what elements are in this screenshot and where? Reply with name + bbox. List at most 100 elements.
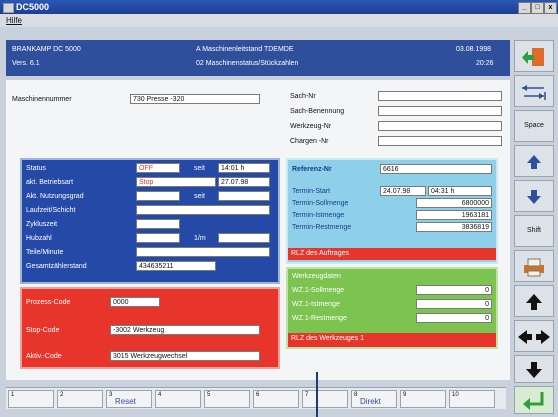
seit-label-2: seit — [194, 193, 205, 200]
termin-start-time-field: 04:31 h — [428, 186, 492, 196]
aktiv-code-label: Aktiv.-Code — [26, 353, 62, 360]
arrow-up-icon — [527, 155, 541, 169]
page-up-button[interactable] — [514, 285, 554, 317]
fkey-1[interactable]: 1 — [8, 390, 54, 408]
maximize-button[interactable]: □ — [531, 2, 544, 14]
enter-button[interactable] — [514, 386, 554, 414]
header-time: 20:26 — [476, 60, 494, 67]
fkey-3-reset[interactable]: 3 Reset — [106, 390, 152, 408]
tab-arrow-icon — [522, 85, 546, 100]
header-screen-title: A Maschinenleitstand TDEMDE — [196, 46, 294, 53]
header-band: BRANKAMP DC 5000 Vers. 6.1 A Maschinenle… — [6, 40, 510, 76]
enter-arrow-icon — [523, 392, 544, 410]
wz-soll-label: WZ.1-Sollmenge — [292, 287, 345, 294]
termin-soll-field: 6800000 — [416, 198, 492, 208]
arrow-up-button[interactable] — [514, 145, 554, 177]
codes-panel: Prozess-Code 0000 Stop-Code -3002 Werkze… — [20, 287, 280, 369]
page-down-button[interactable] — [514, 355, 554, 383]
nutzungsgrad-field — [136, 191, 180, 201]
fkey-5[interactable]: 5 — [204, 390, 250, 408]
system-name: BRANKAMP DC 5000 — [12, 46, 81, 53]
bold-arrow-down-icon — [526, 362, 542, 378]
stop-code-label: Stop-Code — [26, 327, 60, 334]
exit-button[interactable] — [514, 40, 554, 72]
wz-ist-field: 0 — [416, 299, 492, 309]
gesamtzaehler-field: 434635211 — [136, 261, 216, 271]
betriebsart-field: Stop — [136, 177, 216, 187]
wz-ist-label: WZ.1-Istmenge — [292, 301, 340, 308]
printer-button[interactable] — [514, 250, 554, 282]
exit-door-icon — [522, 48, 544, 66]
werkzeugdaten-title: Werkzeugdaten — [292, 273, 341, 280]
seit-label-1: seit — [194, 165, 205, 172]
hubzahl-unit-field — [218, 233, 270, 243]
fkey-2[interactable]: 2 — [57, 390, 103, 408]
termin-ist-label: Termin-Istmenge — [292, 212, 345, 219]
fkey-8-direkt[interactable]: 8 Direkt — [351, 390, 397, 408]
sach-benennung-field[interactable] — [378, 106, 502, 116]
arrow-left-right-icon — [518, 330, 550, 344]
prozess-code-field: 0000 — [110, 297, 160, 307]
title-bar: DC5000 _ □ x — [0, 0, 558, 14]
zykluszeit-field — [136, 219, 180, 229]
arrow-down-icon — [527, 190, 541, 204]
fkey-7[interactable]: 7 — [302, 390, 348, 408]
fkey-4[interactable]: 4 — [155, 390, 201, 408]
tool-panel: Werkzeugdaten WZ.1-Sollmenge 0 WZ.1-Istm… — [286, 267, 498, 349]
space-key-button[interactable]: Space — [514, 110, 554, 142]
referenz-field: 6616 — [380, 164, 492, 174]
fkey-9[interactable]: 9 — [400, 390, 446, 408]
termin-start-label: Termin-Start — [292, 188, 331, 195]
machine-number-field[interactable]: 730 Presse -320 — [130, 94, 260, 104]
werkzeug-nr-label: Werkzeug-Nr — [290, 123, 332, 130]
wz-soll-field: 0 — [416, 285, 492, 295]
tab-key-button[interactable] — [514, 75, 554, 107]
prozess-code-label: Prozess-Code — [26, 299, 71, 306]
hubzahl-unit-label: 1/m — [194, 235, 206, 242]
arrow-left-right-button[interactable] — [514, 320, 554, 352]
menu-help[interactable]: Hilfe — [6, 16, 22, 25]
printer-icon — [524, 258, 544, 277]
gesamtzaehler-label: Gesamtzählerstand — [26, 263, 87, 270]
close-button[interactable]: x — [544, 2, 557, 14]
chargen-nr-field[interactable] — [378, 136, 502, 146]
teile-minute-label: Teile/Minute — [26, 249, 64, 256]
rlz-werkzeug-bar: RLZ des Werkzeuges 1 — [288, 333, 496, 347]
termin-rest-label: Termin-Restmenge — [292, 224, 352, 231]
machine-label: Maschinennummer — [12, 96, 72, 103]
rlz-auftrag-bar: RLZ des Auftrages — [288, 248, 496, 260]
wz-rest-field: 0 — [416, 313, 492, 323]
annotation-pointer-line — [316, 372, 318, 417]
referenz-label: Referenz-Nr — [292, 166, 332, 173]
system-version: Vers. 6.1 — [12, 60, 40, 67]
sach-benennung-label: Sach-Benennung — [290, 108, 345, 115]
hubzahl-field — [136, 233, 180, 243]
werkzeug-nr-field[interactable] — [378, 121, 502, 131]
header-screen-subtitle: 02 Maschinenstatus/Stückzahlen — [196, 60, 299, 67]
aktiv-code-field: 3015 Werkzeugwechsel — [110, 351, 260, 361]
seit-time-field: 14:01 h — [218, 163, 270, 173]
order-panel: Referenz-Nr 6616 Termin-Start 24.07.98 0… — [286, 158, 498, 264]
status-panel: Status OFF seit 14:01 h akt. Betriebsart… — [20, 158, 280, 284]
rlz-werkzeug-label: RLZ des Werkzeuges 1 — [291, 335, 365, 342]
fkey-10[interactable]: 10 — [449, 390, 495, 408]
shift-key-button[interactable]: Shift — [514, 215, 554, 247]
arrow-down-button[interactable] — [514, 180, 554, 212]
termin-soll-label: Termin-Sollmenge — [292, 200, 349, 207]
minimize-button[interactable]: _ — [518, 2, 531, 14]
betriebsart-label: akt. Betriebsart — [26, 179, 74, 186]
laufzeit-field — [136, 205, 270, 215]
teile-minute-field — [136, 247, 270, 257]
wz-rest-label: WZ.1-Restmenge — [292, 315, 347, 322]
chargen-nr-label: Chargen -Nr — [290, 138, 329, 145]
betriebsart-date-field: 27.07.98 — [218, 177, 270, 187]
laufzeit-label: Laufzeit/Schicht — [26, 207, 76, 214]
stop-code-field: -3002 Werkzeug — [110, 325, 260, 335]
header-date: 03.08.1998 — [456, 46, 492, 53]
menu-bar: Hilfe — [0, 14, 558, 27]
termin-start-date-field: 24.07.98 — [380, 186, 426, 196]
rlz-auftrag-label: RLZ des Auftrages — [291, 250, 349, 257]
zykluszeit-label: Zykluszeit — [26, 221, 58, 228]
fkey-6[interactable]: 6 — [253, 390, 299, 408]
sach-nr-field[interactable] — [378, 91, 502, 101]
